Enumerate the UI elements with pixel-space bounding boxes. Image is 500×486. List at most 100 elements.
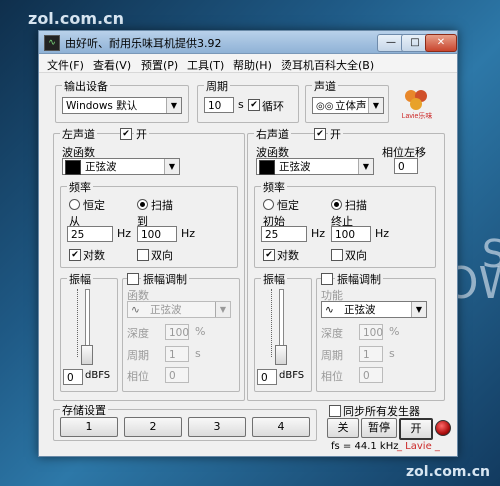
left-channel-title: 左声道 [60, 126, 97, 142]
right-phase-shift-input[interactable]: 0 [394, 158, 418, 174]
pause-button[interactable]: 暂停 [361, 418, 397, 438]
right-on-label: 开 [328, 126, 343, 142]
sine-wave-icon: ∿ [131, 304, 140, 316]
right-channel-group: 右声道 ✔ 开 波函数 正弦波 ▼ 相位左移 0 频率 恒定 扫描 初始 终止 … [247, 126, 445, 401]
right-phase-input[interactable]: 0 [359, 367, 383, 383]
menu-presets[interactable]: 预置(P) [141, 57, 178, 73]
right-log-label: 对数 [277, 249, 299, 262]
lavie-logo-graphic: Lavie乐味 [402, 90, 433, 120]
right-mod-wave-select[interactable]: ∿ 正弦波 ▼ [321, 301, 427, 318]
right-channel-title: 右声道 [254, 126, 291, 142]
left-sweep-radio[interactable] [137, 199, 148, 210]
right-from-input[interactable]: 25 [261, 226, 307, 242]
loop-label: 循环 [262, 100, 284, 113]
right-sweep-radio[interactable] [331, 199, 342, 210]
loop-checkbox[interactable]: ✔ [248, 99, 260, 111]
left-bidir-checkbox[interactable] [137, 249, 149, 261]
chevron-down-icon: ▼ [411, 302, 426, 317]
period-label: 周期 [204, 78, 230, 94]
right-amplitude-unit: dBFS [279, 370, 305, 381]
period-group: 周期 10 s ✔ 循环 [197, 78, 299, 123]
right-ammod-checkbox[interactable] [321, 273, 333, 285]
zol-watermark: zol.com.cn [28, 9, 124, 28]
menu-bar: 文件(F) 查看(V) 预置(P) 工具(T) 帮助(H) 烫耳机百科大全(B) [39, 54, 457, 73]
left-phase-label: 相位 [127, 370, 149, 383]
app-icon: ∿ [44, 35, 60, 51]
left-ammod-label: 振幅调制 [141, 271, 189, 287]
left-ammod-group: 振幅调制 函数 ∿ 正弦波 ▼ 深度 100 % 周期 1 s 相位 0 [122, 271, 240, 392]
right-on-checkbox[interactable]: ✔ [314, 128, 326, 140]
right-waveform-select[interactable]: 正弦波 ▼ [256, 158, 374, 175]
right-to-input[interactable]: 100 [331, 226, 371, 242]
left-on-label: 开 [134, 126, 149, 142]
left-amplitude-label: 振幅 [67, 271, 93, 287]
left-hz-unit-2: Hz [181, 227, 196, 240]
channel-label: 声道 [312, 78, 338, 94]
channel-group: 声道 ◎◎ 立体声 ▼ [305, 78, 389, 123]
output-device-group: 输出设备 Windows 默认 ▼ [55, 78, 189, 123]
preset-3-button[interactable]: 3 [188, 417, 246, 437]
left-mod-wave-select[interactable]: ∿ 正弦波 ▼ [127, 301, 231, 318]
right-phase-label: 相位 [321, 370, 343, 383]
left-amplitude-input[interactable]: 0 [63, 369, 83, 385]
output-device-value: Windows 默认 [66, 100, 138, 112]
right-depth-input[interactable]: 100 [359, 324, 383, 340]
left-from-input[interactable]: 25 [67, 226, 113, 242]
left-on-checkbox[interactable]: ✔ [120, 128, 132, 140]
channel-select[interactable]: ◎◎ 立体声 ▼ [312, 97, 384, 114]
left-mod-period-input[interactable]: 1 [165, 346, 189, 362]
left-phase-input[interactable]: 0 [165, 367, 189, 383]
sync-generators-checkbox[interactable] [329, 405, 341, 417]
left-mod-period-unit: s [195, 347, 201, 360]
title-bar[interactable]: ∿ 由好听、耐用乐味耳机提供3.92 — □ ✕ [39, 31, 457, 54]
left-mod-wave-value: 正弦波 [150, 304, 182, 316]
right-amplitude-slider[interactable] [275, 345, 287, 365]
preset-label: 存储设置 [60, 402, 108, 418]
left-channel-group: 左声道 ✔ 开 波函数 正弦波 ▼ 频率 恒定 扫描 从 到 25 Hz 100… [53, 126, 245, 401]
left-amplitude-group: 振幅 0 dBFS [60, 271, 118, 392]
menu-headphone-wiki[interactable]: 烫耳机百科大全(B) [281, 57, 374, 73]
period-input[interactable]: 10 [204, 97, 234, 113]
right-bidir-checkbox[interactable] [331, 249, 343, 261]
right-amplitude-label: 振幅 [261, 271, 287, 287]
left-hz-unit: Hz [117, 227, 132, 240]
left-amplitude-slider[interactable] [81, 345, 93, 365]
left-ammod-checkbox[interactable] [127, 273, 139, 285]
right-depth-label: 深度 [321, 327, 343, 340]
left-depth-label: 深度 [127, 327, 149, 340]
off-button[interactable]: 关 [327, 418, 359, 438]
preset-1-button[interactable]: 1 [60, 417, 118, 437]
right-constant-label: 恒定 [277, 199, 299, 212]
preset-4-button[interactable]: 4 [252, 417, 310, 437]
on-button[interactable]: 开 [399, 418, 433, 440]
lavie-logo: Lavie乐味 [397, 86, 437, 120]
left-log-checkbox[interactable]: ✔ [69, 249, 81, 261]
chevron-down-icon: ▼ [368, 98, 383, 113]
menu-help[interactable]: 帮助(H) [233, 57, 272, 73]
output-device-select[interactable]: Windows 默认 ▼ [62, 97, 182, 114]
right-constant-radio[interactable] [263, 199, 274, 210]
menu-tools[interactable]: 工具(T) [187, 57, 224, 73]
left-waveform-select[interactable]: 正弦波 ▼ [62, 158, 180, 175]
left-sweep-label: 扫描 [151, 199, 173, 212]
preset-2-button[interactable]: 2 [124, 417, 182, 437]
menu-view[interactable]: 查看(V) [93, 57, 131, 73]
right-mod-wave-value: 正弦波 [344, 304, 376, 316]
svg-text:Lavie乐味: Lavie乐味 [402, 111, 433, 120]
chevron-down-icon: ▼ [215, 302, 230, 317]
left-bidir-label: 双向 [151, 249, 173, 262]
right-mod-period-input[interactable]: 1 [359, 346, 383, 362]
left-depth-unit: % [195, 325, 206, 338]
right-log-checkbox[interactable]: ✔ [263, 249, 275, 261]
menu-file[interactable]: 文件(F) [47, 57, 84, 73]
waveform-icon [65, 160, 81, 175]
right-waveform-value: 正弦波 [279, 161, 311, 173]
waveform-icon [259, 160, 275, 175]
left-depth-input[interactable]: 100 [165, 324, 189, 340]
left-to-input[interactable]: 100 [137, 226, 177, 242]
right-amplitude-input[interactable]: 0 [257, 369, 277, 385]
right-ammod-label: 振幅调制 [335, 271, 383, 287]
close-button[interactable]: ✕ [425, 34, 457, 52]
output-device-label: 输出设备 [62, 78, 110, 94]
left-constant-radio[interactable] [69, 199, 80, 210]
